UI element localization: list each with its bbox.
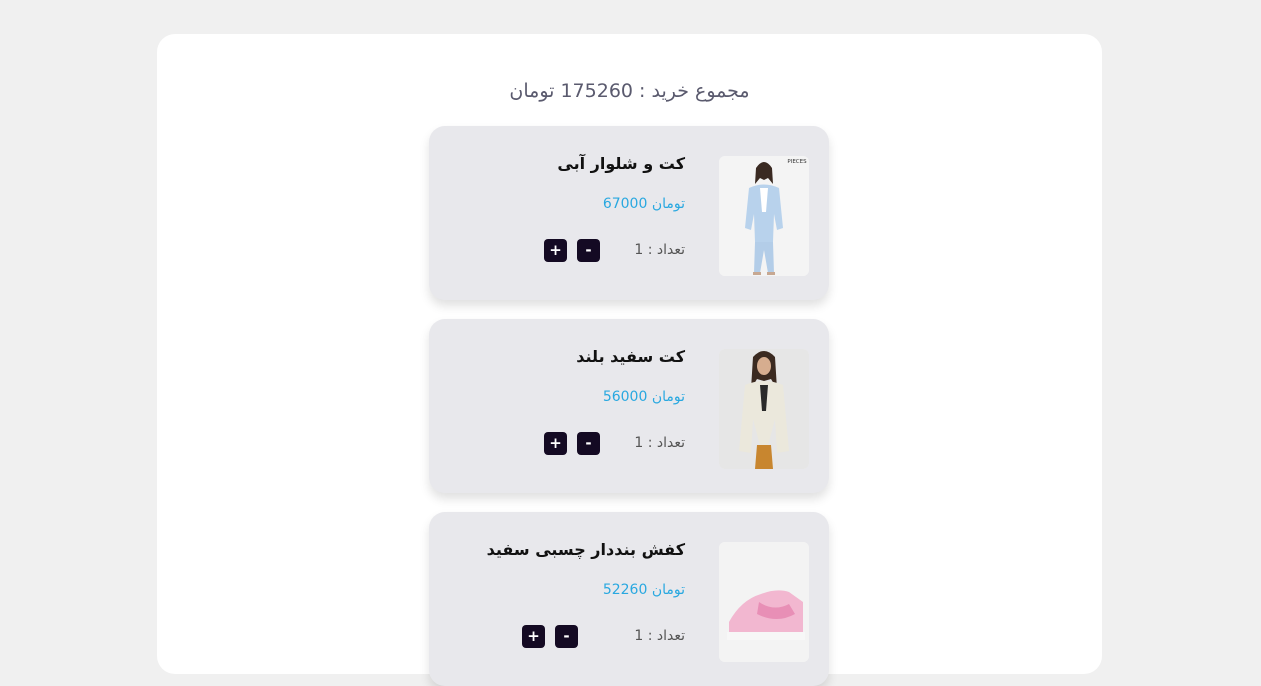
- cart-panel: مجموع خرید : 175260 تومان PIECES کت و شل…: [157, 34, 1102, 686]
- product-image-pink-sneaker: [719, 542, 809, 662]
- product-quantity: تعداد : 1: [634, 242, 685, 258]
- decrease-quantity-button[interactable]: -: [577, 432, 600, 455]
- cart-item: PIECES کت و شلوار آبی تومان 67000 تعداد …: [429, 126, 829, 300]
- product-price: تومان 67000: [602, 196, 685, 212]
- brand-mark: PIECES: [787, 159, 807, 165]
- increase-quantity-button[interactable]: +: [522, 625, 545, 648]
- cart-total: مجموع خرید : 175260 تومان: [509, 80, 750, 102]
- product-price: تومان 52260: [602, 582, 685, 598]
- product-image-white-jacket: [719, 349, 809, 469]
- product-price: تومان 56000: [602, 389, 685, 405]
- product-title: کفش بنددار چسبی سفید: [486, 540, 685, 559]
- product-image-blue-suit: PIECES: [719, 156, 809, 276]
- cart-item: کفش بنددار چسبی سفید تومان 52260 تعداد :…: [429, 512, 829, 686]
- decrease-quantity-button[interactable]: -: [577, 239, 600, 262]
- increase-quantity-button[interactable]: +: [544, 432, 567, 455]
- product-title: کت و شلوار آبی: [557, 154, 685, 173]
- product-title: کت سفید بلند: [576, 347, 685, 366]
- product-quantity: تعداد : 1: [634, 628, 685, 644]
- increase-quantity-button[interactable]: +: [544, 239, 567, 262]
- decrease-quantity-button[interactable]: -: [555, 625, 578, 648]
- product-quantity: تعداد : 1: [634, 435, 685, 451]
- cart-item: کت سفید بلند تومان 56000 تعداد : 1 - +: [429, 319, 829, 493]
